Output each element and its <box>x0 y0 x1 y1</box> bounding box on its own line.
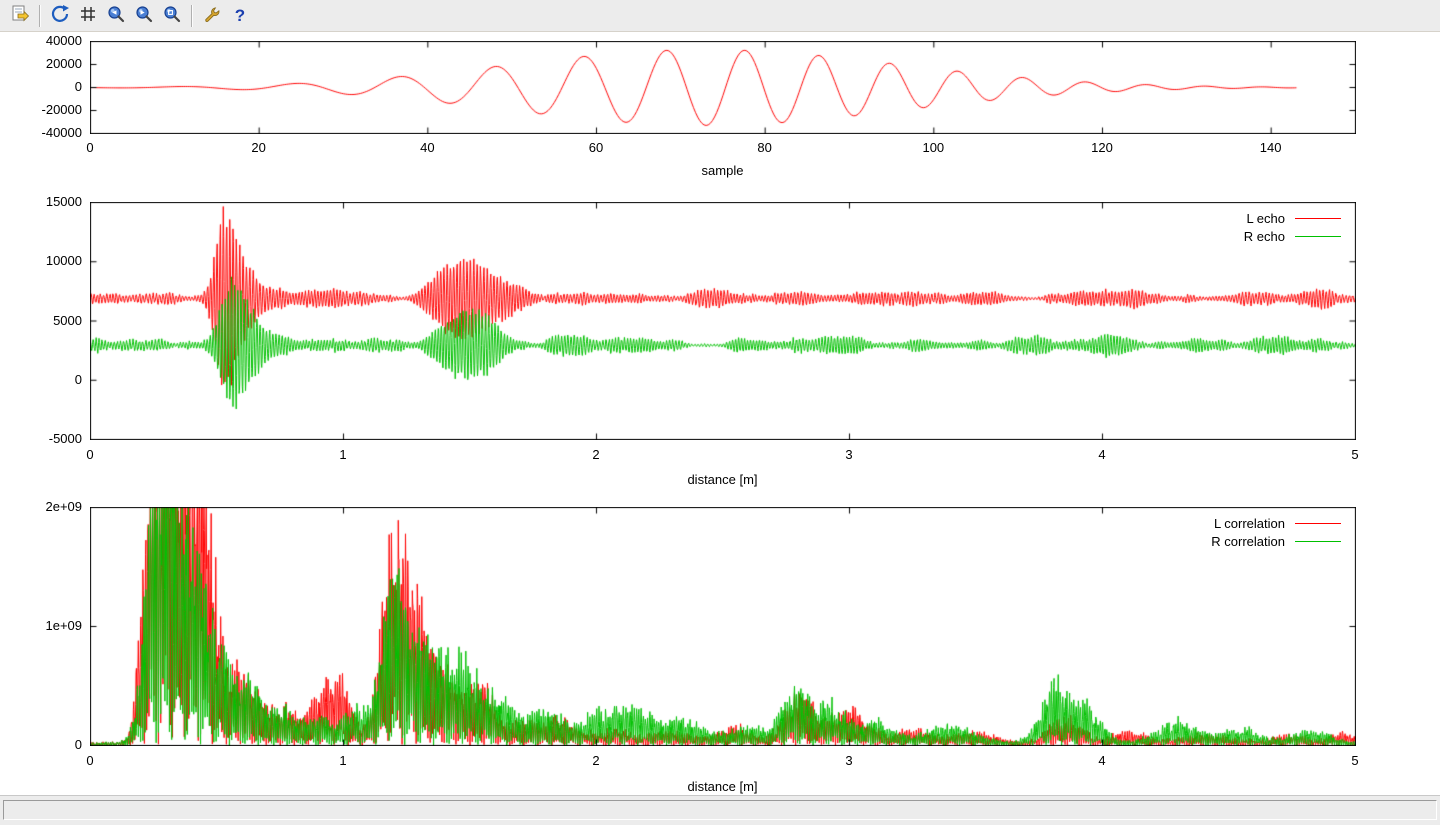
gnuplot-window: ? sample distance [m] distance [m] L ech… <box>0 0 1440 825</box>
y-tick-label: 2e+09 <box>2 499 82 515</box>
zoom-reset-icon <box>162 4 182 27</box>
x-tick-label: 120 <box>1072 140 1132 156</box>
x-axis-label-sample: sample <box>90 163 1355 179</box>
y-tick-label: -5000 <box>2 431 82 447</box>
legend-label: R echo <box>1244 229 1285 244</box>
x-tick-label: 3 <box>819 447 879 463</box>
legend-entry: R correlation <box>1211 532 1341 550</box>
grid-icon <box>78 4 98 27</box>
status-message-field <box>3 800 1437 820</box>
x-axis-label-distance: distance [m] <box>90 779 1355 795</box>
y-tick-label: 40000 <box>2 33 82 49</box>
legend-label: R correlation <box>1211 534 1285 549</box>
toolbar-separator <box>39 5 41 27</box>
x-tick-label: 0 <box>60 753 120 769</box>
legend-entry: L correlation <box>1211 514 1341 532</box>
wrench-icon <box>202 4 222 27</box>
status-bar <box>0 795 1440 825</box>
echo-legend: L echo R echo <box>1244 209 1341 245</box>
x-tick-label: 2 <box>566 447 626 463</box>
legend-line-sample <box>1295 236 1341 237</box>
y-tick-label: 0 <box>2 372 82 388</box>
grid-button[interactable] <box>74 3 102 29</box>
replot-icon <box>50 4 70 27</box>
x-tick-label: 0 <box>60 447 120 463</box>
x-tick-label: 1 <box>313 447 373 463</box>
y-tick-label: 0 <box>2 79 82 95</box>
y-tick-label: -20000 <box>2 102 82 118</box>
legend-label: L correlation <box>1214 516 1285 531</box>
x-tick-label: 5 <box>1325 753 1385 769</box>
x-tick-label: 100 <box>903 140 963 156</box>
x-tick-label: 140 <box>1241 140 1301 156</box>
y-tick-label: 20000 <box>2 56 82 72</box>
legend-label: L echo <box>1246 211 1285 226</box>
x-tick-label: 2 <box>566 753 626 769</box>
toolbar-separator <box>191 5 193 27</box>
echo-chart-canvas[interactable] <box>90 202 1356 440</box>
x-tick-label: 80 <box>735 140 795 156</box>
y-tick-label: 15000 <box>2 194 82 210</box>
zoom-reset-button[interactable] <box>158 3 186 29</box>
help-icon: ? <box>235 7 245 24</box>
x-tick-label: 4 <box>1072 447 1132 463</box>
toolbar: ? <box>0 0 1440 32</box>
replot-button[interactable] <box>46 3 74 29</box>
x-tick-label: 60 <box>566 140 626 156</box>
copy-icon <box>10 4 30 27</box>
y-tick-label: 10000 <box>2 253 82 269</box>
zoom-next-icon <box>134 4 154 27</box>
y-tick-label: 5000 <box>2 313 82 329</box>
x-axis-label-distance: distance [m] <box>90 472 1355 488</box>
x-tick-label: 1 <box>313 753 373 769</box>
x-tick-label: 4 <box>1072 753 1132 769</box>
help-button[interactable]: ? <box>226 3 254 29</box>
x-tick-label: 3 <box>819 753 879 769</box>
legend-entry: R echo <box>1244 227 1341 245</box>
zoom-previous-button[interactable] <box>102 3 130 29</box>
correlation-chart-canvas[interactable] <box>90 507 1356 746</box>
copy-button[interactable] <box>6 3 34 29</box>
x-tick-label: 0 <box>60 140 120 156</box>
pulse-chart-canvas[interactable] <box>90 41 1356 134</box>
y-tick-label: -40000 <box>2 125 82 141</box>
correlation-legend: L correlation R correlation <box>1211 514 1341 550</box>
x-tick-label: 5 <box>1325 447 1385 463</box>
x-tick-label: 40 <box>397 140 457 156</box>
y-tick-label: 0 <box>2 737 82 753</box>
zoom-previous-icon <box>106 4 126 27</box>
legend-entry: L echo <box>1244 209 1341 227</box>
legend-line-sample <box>1295 218 1341 219</box>
legend-line-sample <box>1295 523 1341 524</box>
settings-button[interactable] <box>198 3 226 29</box>
x-tick-label: 20 <box>229 140 289 156</box>
legend-line-sample <box>1295 541 1341 542</box>
zoom-next-button[interactable] <box>130 3 158 29</box>
y-tick-label: 1e+09 <box>2 618 82 634</box>
